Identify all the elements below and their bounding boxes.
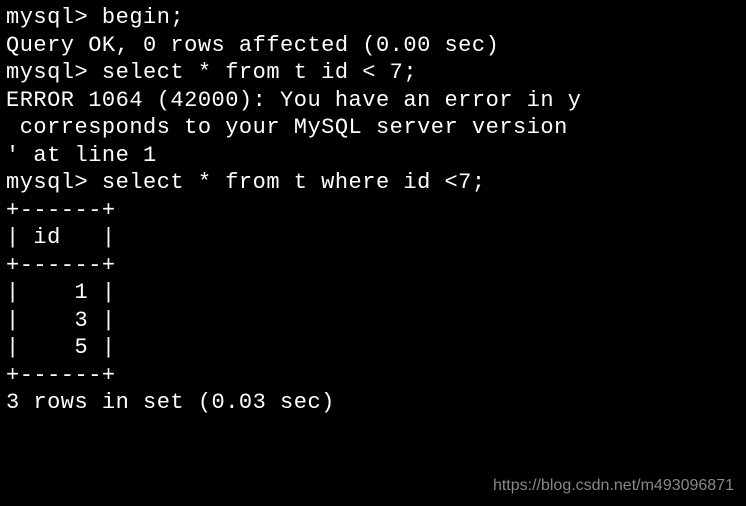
terminal-line: +------+ [6,197,740,225]
terminal-line: | id | [6,224,740,252]
terminal-line: 3 rows in set (0.03 sec) [6,389,740,417]
terminal-line: | 1 | [6,279,740,307]
terminal-line: mysql> select * from t where id <7; [6,169,740,197]
terminal-line: +------+ [6,362,740,390]
terminal-line: ' at line 1 [6,142,740,170]
terminal-line: Query OK, 0 rows affected (0.00 sec) [6,32,740,60]
terminal-line: | 3 | [6,307,740,335]
watermark-text: https://blog.csdn.net/m493096871 [493,476,734,496]
terminal-line: ERROR 1064 (42000): You have an error in… [6,87,740,115]
terminal-line: +------+ [6,252,740,280]
terminal-line: | 5 | [6,334,740,362]
terminal-line: corresponds to your MySQL server version [6,114,740,142]
terminal-output: mysql> begin; Query OK, 0 rows affected … [6,4,740,417]
terminal-line: mysql> begin; [6,4,740,32]
terminal-line: mysql> select * from t id < 7; [6,59,740,87]
